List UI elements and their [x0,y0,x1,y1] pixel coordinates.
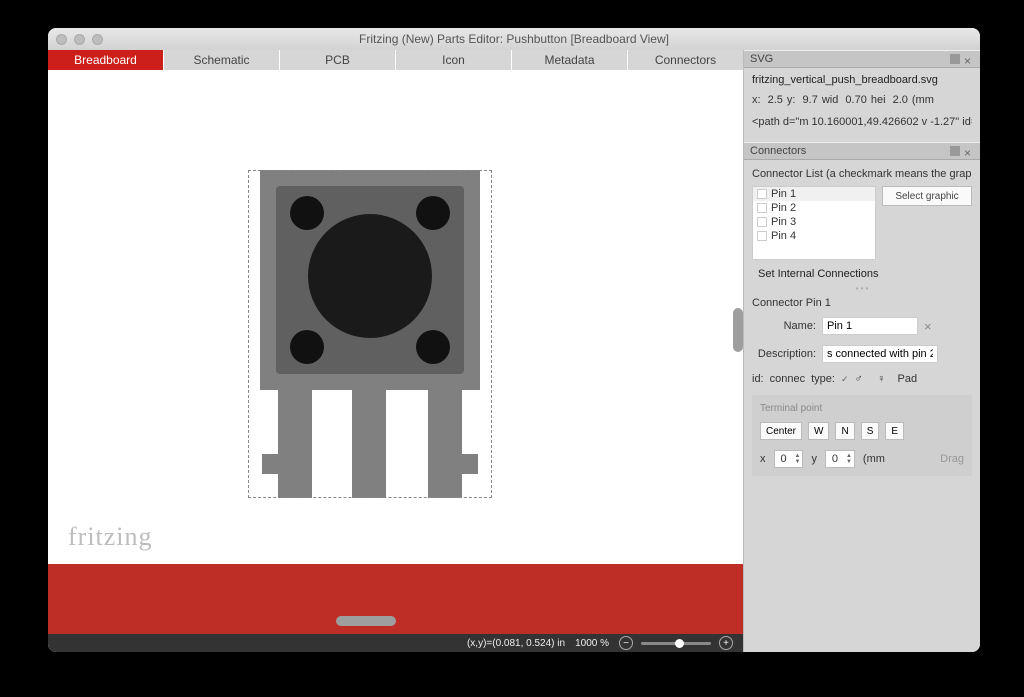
svg-height-value[interactable]: 2.0 [893,94,908,106]
select-graphic-button[interactable]: Select graphic [882,186,972,206]
svg-x-value[interactable]: 2.5 [768,94,783,106]
connector-name-input[interactable] [822,317,918,335]
titlebar: Fritzing (New) Parts Editor: Pushbutton … [48,28,980,50]
female-icon: ♀ [877,373,885,385]
terminal-north-button[interactable]: N [835,422,854,440]
svg-panel-undock-icon[interactable] [950,54,960,64]
connector-check-icon[interactable] [757,217,767,227]
connector-check-icon[interactable] [757,203,767,213]
connectors-panel: Connector List (a checkmark means the gr… [744,160,980,652]
terminal-x-stepper[interactable]: 0 ▲▼ [774,450,804,468]
tab-schematic[interactable]: Schematic [164,50,280,70]
svg-geometry-row: x: 2.5 y: 9.7 wid 0.70 hei 2.0 (mm [752,94,972,106]
terminal-south-button[interactable]: S [861,422,880,440]
svg-y-value[interactable]: 9.7 [803,94,818,106]
zoom-in-button[interactable]: + [719,636,733,650]
connectors-panel-close-icon[interactable] [964,146,974,156]
connector-check-icon[interactable] [757,189,767,199]
zoom-slider[interactable] [641,642,711,645]
terminal-point-group: Terminal point Center W N S E x 0 [752,395,972,476]
clear-name-icon[interactable]: × [924,319,932,334]
connector-list-item[interactable]: Pin 3 [753,215,875,229]
terminal-west-button[interactable]: W [808,422,829,440]
zoom-out-button[interactable]: − [619,636,633,650]
connector-list-item[interactable]: Pin 2 [753,201,875,215]
set-internal-connections-link[interactable]: Set Internal Connections [758,268,972,280]
tab-metadata[interactable]: Metadata [512,50,628,70]
connectors-panel-title: Connectors [750,145,806,157]
terminal-east-button[interactable]: E [885,422,904,440]
canvas[interactable]: fritzing [48,70,743,634]
status-bar: (x,y)=(0.081, 0.524) in 1000 % − + [48,634,743,652]
connectors-panel-undock-icon[interactable] [950,146,960,156]
connector-list[interactable]: Pin 1 Pin 2 Pin 3 Pin 4 [752,186,876,260]
connector-check-icon[interactable] [757,231,767,241]
panel-resize-grip-icon[interactable]: • • • [752,284,972,293]
tab-pcb[interactable]: PCB [280,50,396,70]
connector-id-value: connec [770,373,805,385]
canvas-vertical-scrollbar[interactable] [731,70,743,634]
zoom-readout: 1000 % [575,638,609,649]
view-tabs: Breadboard Schematic PCB Icon Metadata C… [48,50,743,70]
connector-list-item[interactable]: Pin 4 [753,229,875,243]
connector-description-input[interactable] [822,345,938,363]
connector-list-description: Connector List (a checkmark means the gr… [752,168,972,180]
svg-filename: fritzing_vertical_push_breadboard.svg [752,74,972,86]
brand-watermark: fritzing [68,522,153,552]
type-pad-option[interactable]: Pad [898,373,918,385]
app-window: Fritzing (New) Parts Editor: Pushbutton … [48,28,980,652]
terminal-center-button[interactable]: Center [760,422,802,440]
svg-path-source[interactable]: <path d="m 10.160001,49.426602 v -1.27" … [752,116,972,128]
connector-list-item[interactable]: Pin 1 [753,187,875,201]
type-female-radio[interactable] [869,374,872,384]
editor-pane: Breadboard Schematic PCB Icon Metadata C… [48,50,743,652]
part-pushbutton[interactable] [248,170,492,498]
connector-form: Connector Pin 1 Name: × Description: id:… [752,297,972,476]
terminal-drag-label[interactable]: Drag [940,453,964,465]
cursor-coords: (x,y)=(0.081, 0.524) in [467,638,565,649]
svg-width-value[interactable]: 0.70 [845,94,866,106]
connectors-panel-header: Connectors [744,142,980,160]
type-male-radio[interactable]: ✓ [841,374,849,385]
tab-connectors[interactable]: Connectors [628,50,743,70]
window-title: Fritzing (New) Parts Editor: Pushbutton … [48,32,980,46]
current-connector-label: Connector Pin 1 [752,297,972,309]
svg-panel-title: SVG [750,53,773,65]
tab-icon[interactable]: Icon [396,50,512,70]
canvas-horizontal-scrollbar[interactable] [48,622,743,634]
svg-panel: fritzing_vertical_push_breadboard.svg x:… [744,68,980,142]
male-icon: ♂ [855,373,863,385]
inspector-pane: SVG fritzing_vertical_push_breadboard.sv… [743,50,980,652]
svg-panel-header: SVG [744,50,980,68]
terminal-y-stepper[interactable]: 0 ▲▼ [825,450,855,468]
tab-breadboard[interactable]: Breadboard [48,50,164,70]
svg-panel-close-icon[interactable] [964,54,974,64]
